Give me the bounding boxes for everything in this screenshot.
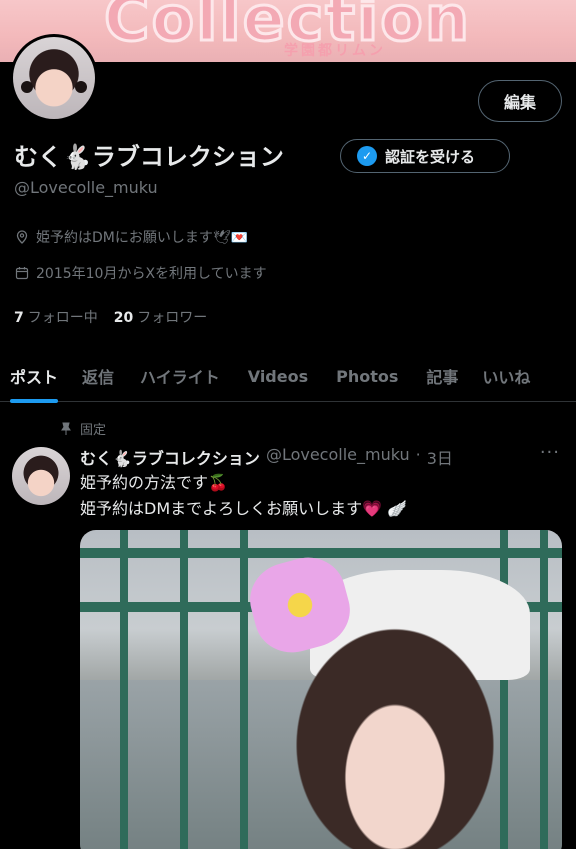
- profile-avatar[interactable]: [10, 34, 98, 122]
- pinned-indicator: 固定: [60, 419, 106, 438]
- railing-post: [540, 530, 548, 849]
- followers-link[interactable]: 20 フォロワー: [114, 307, 207, 327]
- location-text: 姫予約はDMにお願いします🕊💌: [36, 230, 249, 246]
- location-row: 姫予約はDMにお願いします🕊💌: [14, 227, 248, 247]
- railing-post: [120, 530, 128, 849]
- tab-videos[interactable]: Videos: [248, 350, 308, 402]
- joined-text: 2015年10月からXを利用しています: [36, 266, 267, 282]
- joined-row: 2015年10月からXを利用しています: [14, 263, 267, 283]
- post-author-avatar[interactable]: [12, 447, 70, 505]
- post-text-line: 姫予約はDMまでよろしくお願いします💗 🪽: [80, 499, 408, 518]
- following-count: 7: [14, 310, 24, 326]
- verified-badge-icon: ✓: [357, 146, 377, 166]
- railing-post: [180, 530, 188, 849]
- post-separator: ·: [415, 445, 421, 464]
- following-label: フォロー中: [27, 310, 98, 326]
- profile-tabs: ポスト 返信 ハイライト Videos Photos 記事 いいね: [0, 350, 576, 403]
- railing-post: [240, 530, 248, 849]
- edit-profile-button[interactable]: 編集: [478, 80, 562, 122]
- tab-likes[interactable]: いいね: [482, 350, 530, 402]
- avatar-hair-bun: [75, 81, 87, 93]
- following-link[interactable]: 7 フォロー中: [14, 307, 98, 327]
- post-author-handle[interactable]: @Lovecolle_muku: [266, 445, 410, 469]
- more-options-icon[interactable]: ···: [540, 442, 560, 463]
- follow-stats: 7 フォロー中 20 フォロワー: [14, 307, 207, 327]
- post-author-name[interactable]: むく🐇ラブコレクション: [80, 445, 260, 469]
- display-name: むく🐇ラブコレクション: [14, 143, 284, 171]
- railing-bar: [80, 548, 562, 558]
- tab-highlights[interactable]: ハイライト: [140, 350, 220, 402]
- avatar-hair-bun: [21, 81, 33, 93]
- profile-handle: @Lovecolle_muku: [14, 178, 158, 197]
- get-verified-button[interactable]: ✓ 認証を受ける: [340, 139, 510, 173]
- calendar-icon: [14, 265, 30, 281]
- pinned-label: 固定: [80, 423, 107, 438]
- tab-articles[interactable]: 記事: [426, 350, 458, 402]
- get-verified-label: 認証を受ける: [385, 147, 476, 166]
- pin-icon: [61, 422, 71, 435]
- followers-label: フォロワー: [137, 310, 208, 326]
- location-pin-icon: [14, 229, 30, 245]
- tab-photos[interactable]: Photos: [336, 350, 398, 402]
- post-text-line: 姫予約の方法です🍒: [80, 473, 228, 492]
- banner-subtitle: 学園都リムン: [284, 43, 386, 59]
- post-photo[interactable]: [80, 530, 562, 849]
- followers-count: 20: [113, 310, 134, 326]
- post-timestamp[interactable]: 3日: [427, 445, 453, 469]
- tab-replies[interactable]: 返信: [82, 350, 114, 402]
- post-header: むく🐇ラブコレクション @Lovecolle_muku · 3日: [80, 445, 453, 469]
- avatar-image: [13, 37, 95, 119]
- tab-posts[interactable]: ポスト: [10, 350, 59, 403]
